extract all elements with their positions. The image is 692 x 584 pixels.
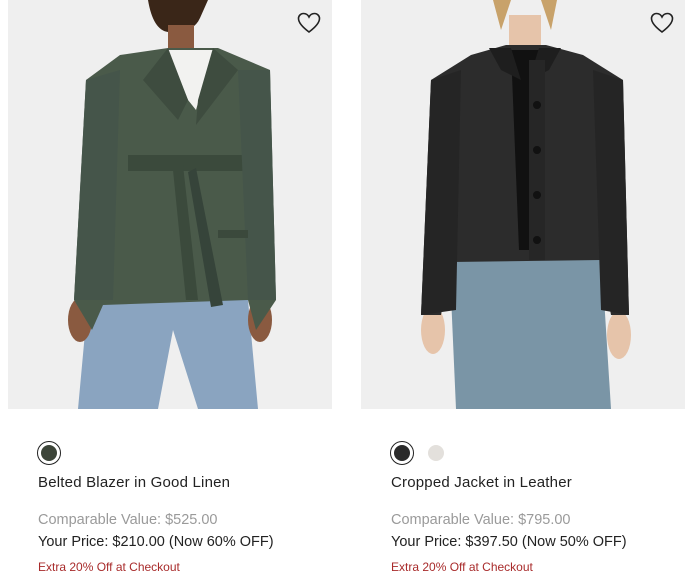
product-image[interactable] xyxy=(361,0,685,409)
comparable-value: Comparable Value: $795.00 xyxy=(391,512,571,528)
blazer-photo xyxy=(68,0,276,409)
product-card[interactable]: Cropped Jacket in Leather Comparable Val… xyxy=(361,0,685,574)
color-swatch[interactable] xyxy=(390,441,414,465)
promo-text: Extra 20% Off at Checkout xyxy=(391,560,533,574)
your-price: Your Price: $397.50 (Now 50% OFF) xyxy=(391,534,627,550)
heart-outline-icon[interactable] xyxy=(296,10,322,36)
color-swatches xyxy=(390,441,448,465)
leather-jacket-photo xyxy=(421,0,631,409)
comparable-value: Comparable Value: $525.00 xyxy=(38,512,218,528)
heart-outline-icon[interactable] xyxy=(649,10,675,36)
product-image[interactable] xyxy=(8,0,332,409)
color-swatch[interactable] xyxy=(37,441,61,465)
product-grid: Belted Blazer in Good Linen Comparable V… xyxy=(0,0,692,584)
your-price: Your Price: $210.00 (Now 60% OFF) xyxy=(38,534,274,550)
color-swatch[interactable] xyxy=(424,441,448,465)
product-name[interactable]: Belted Blazer in Good Linen xyxy=(38,474,230,491)
promo-text: Extra 20% Off at Checkout xyxy=(38,560,180,574)
product-name[interactable]: Cropped Jacket in Leather xyxy=(391,474,572,491)
product-card[interactable]: Belted Blazer in Good Linen Comparable V… xyxy=(8,0,332,574)
color-swatches xyxy=(37,441,61,465)
